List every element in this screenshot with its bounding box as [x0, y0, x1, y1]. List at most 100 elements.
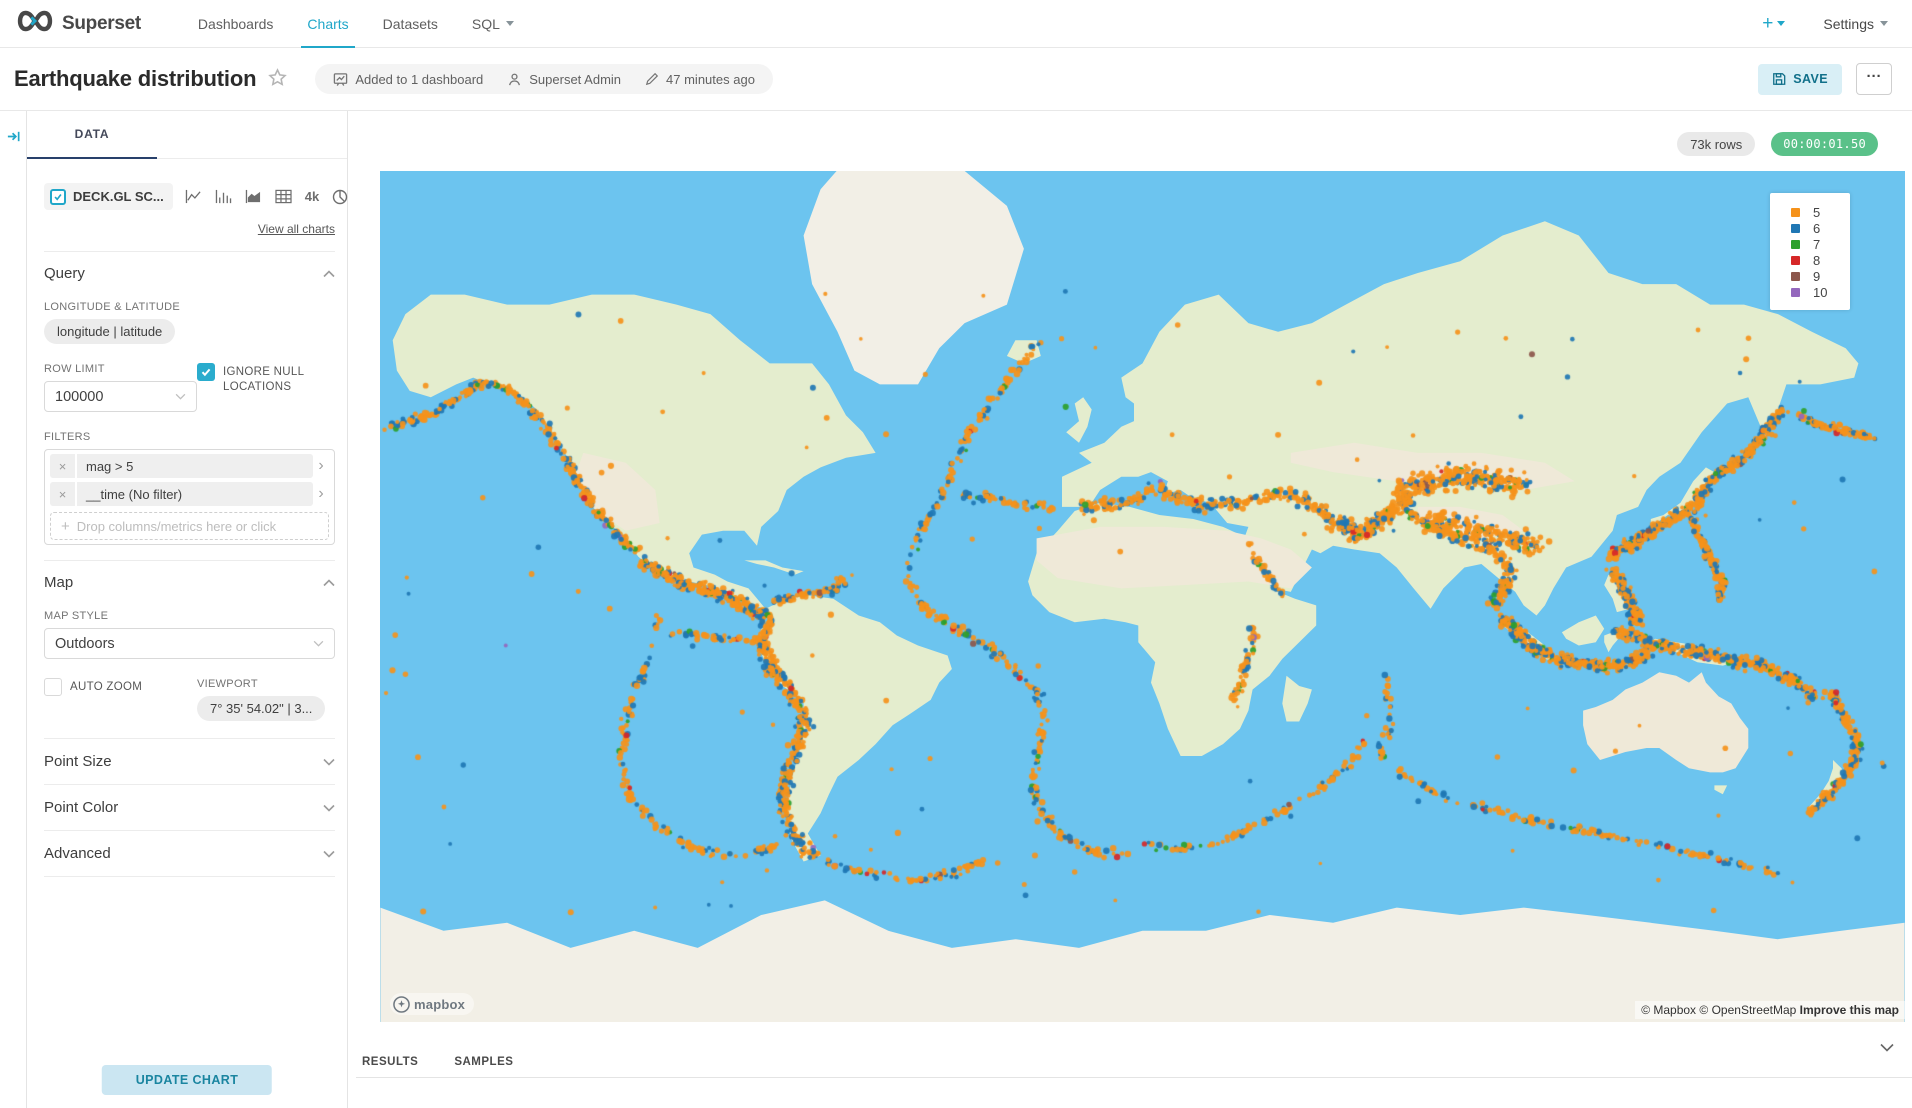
brand-name: Superset [62, 13, 141, 35]
area-chart-icon[interactable] [245, 189, 262, 204]
mapbox-attribution-link[interactable]: © Mapbox [1641, 1003, 1696, 1017]
pie-chart-icon[interactable] [332, 189, 348, 205]
query-timer-badge: 00:00:01.50 [1771, 132, 1878, 156]
filter-label[interactable]: mag > 5 [75, 454, 313, 478]
viewport-label: VIEWPORT [197, 678, 335, 690]
viz-type-count[interactable]: 4k [305, 189, 319, 204]
legend-item: 10 [1791, 284, 1850, 300]
dashboard-icon [333, 72, 348, 87]
nav-sql[interactable]: SQL [472, 0, 514, 48]
collapse-results-icon[interactable] [1880, 1043, 1894, 1052]
chevron-down-icon [323, 850, 335, 858]
legend-swatch [1791, 288, 1800, 297]
chevron-down-icon [1880, 21, 1888, 26]
legend-swatch [1791, 208, 1800, 217]
section-query: Query LONGITUDE & LATITUDE longitude | l… [44, 251, 335, 545]
view-all-charts-link[interactable]: View all charts [44, 222, 335, 236]
mapbox-icon [393, 996, 410, 1013]
more-options-button[interactable]: ··· [1856, 63, 1892, 95]
map-style-select[interactable]: Outdoors [44, 628, 335, 659]
save-icon [1772, 72, 1786, 86]
lon-lat-chip[interactable]: longitude | latitude [44, 319, 175, 344]
user-icon [507, 72, 522, 87]
chevron-down-icon [1777, 21, 1785, 26]
earthquake-points-layer [380, 171, 1905, 1022]
filter-chip: × mag > 5 › [50, 454, 329, 478]
pencil-icon [645, 72, 659, 86]
row-limit-select[interactable]: 100000 [44, 381, 197, 412]
chart-metadata: Added to 1 dashboard Superset Admin 47 m… [315, 64, 773, 94]
datasource-collapse-strip [0, 111, 27, 1108]
expand-panel-icon[interactable] [6, 129, 21, 144]
tab-results[interactable]: RESULTS [362, 1056, 418, 1068]
section-query-header[interactable]: Query [44, 265, 335, 282]
auto-zoom-label: AUTO ZOOM [70, 678, 142, 695]
owner-meta[interactable]: Superset Admin [507, 72, 621, 87]
map-style-label: MAP STYLE [44, 610, 335, 622]
results-tabbar: RESULTS SAMPLES [362, 1047, 1912, 1077]
filter-dropzone[interactable]: + Drop columns/metrics here or click [50, 512, 329, 540]
update-chart-button[interactable]: UPDATE CHART [102, 1065, 272, 1095]
last-modified-meta[interactable]: 47 minutes ago [645, 72, 755, 87]
row-count-badge: 73k rows [1677, 132, 1755, 156]
chevron-right-icon[interactable]: › [313, 457, 329, 475]
osm-attribution-link[interactable]: © OpenStreetMap [1699, 1003, 1796, 1017]
map-attribution: © Mapbox © OpenStreetMap Improve this ma… [1635, 1001, 1905, 1019]
dashboards-meta[interactable]: Added to 1 dashboard [333, 72, 483, 87]
chart-header: Earthquake distribution Added to 1 dashb… [0, 48, 1912, 110]
new-item-button[interactable]: + [1762, 13, 1785, 35]
row-limit-label: ROW LIMIT [44, 363, 197, 375]
section-map-header[interactable]: Map [44, 574, 335, 591]
auto-zoom-checkbox[interactable] [44, 678, 62, 696]
chevron-up-icon [323, 579, 335, 587]
remove-filter-icon[interactable]: × [50, 482, 75, 506]
legend-item: 7 [1791, 236, 1850, 252]
tab-data[interactable]: DATA [27, 111, 157, 159]
improve-map-link[interactable]: Improve this map [1800, 1003, 1899, 1017]
section-map: Map MAP STYLE Outdoors AUTO ZOOM [44, 560, 335, 721]
superset-logo[interactable]: Superset [16, 9, 141, 38]
chevron-down-icon [323, 804, 335, 812]
chevron-down-icon [506, 21, 514, 26]
viz-type-row: DECK.GL SC... 4k [44, 183, 335, 210]
section-point-color[interactable]: Point Color [44, 785, 335, 831]
filters-label: FILTERS [44, 431, 335, 443]
table-icon[interactable] [275, 189, 292, 204]
filter-label[interactable]: __time (No filter) [75, 482, 313, 506]
mapbox-logo[interactable]: mapbox [390, 993, 474, 1015]
nav-charts[interactable]: Charts [307, 0, 348, 48]
nav-dashboards[interactable]: Dashboards [198, 0, 274, 48]
page-title: Earthquake distribution [14, 66, 256, 92]
deckgl-scatter-map[interactable]: 5 6 7 8 9 10 mapbox © Mapbox © OpenStree… [380, 171, 1905, 1022]
bar-chart-icon[interactable] [215, 189, 232, 204]
legend-item: 9 [1791, 268, 1850, 284]
section-point-size[interactable]: Point Size [44, 739, 335, 785]
viewport-chip[interactable]: 7° 35' 54.02" | 3... [197, 696, 325, 721]
legend-swatch [1791, 224, 1800, 233]
legend-swatch [1791, 240, 1800, 249]
line-chart-icon[interactable] [185, 189, 202, 204]
viz-type-name: DECK.GL SC... [73, 189, 164, 204]
control-panel: DATA DECK.GL SC... 4k View all charts [27, 111, 348, 1108]
remove-filter-icon[interactable]: × [50, 454, 75, 478]
viz-type-selected[interactable]: DECK.GL SC... [44, 183, 173, 210]
filters-container: × mag > 5 › × __time (No filter) › + Dro… [44, 449, 335, 545]
nav-datasets[interactable]: Datasets [383, 0, 438, 48]
settings-menu[interactable]: Settings [1823, 16, 1888, 32]
chevron-right-icon[interactable]: › [313, 485, 329, 503]
explore-content: DATA DECK.GL SC... 4k View all charts [0, 110, 1912, 1108]
favorite-star-icon[interactable] [268, 68, 287, 92]
checked-checkbox-icon [50, 189, 66, 205]
chevron-down-icon [323, 758, 335, 766]
tab-samples[interactable]: SAMPLES [454, 1056, 513, 1068]
section-advanced[interactable]: Advanced [44, 831, 335, 877]
magnitude-legend: 5 6 7 8 9 10 [1770, 193, 1850, 310]
legend-item: 5 [1791, 204, 1850, 220]
legend-swatch [1791, 272, 1800, 281]
chevron-down-icon [175, 393, 186, 400]
superset-infinity-icon [16, 9, 54, 38]
legend-item: 6 [1791, 220, 1850, 236]
chevron-down-icon [313, 640, 324, 647]
ignore-null-checkbox[interactable] [197, 363, 215, 381]
save-button[interactable]: SAVE [1758, 64, 1842, 95]
